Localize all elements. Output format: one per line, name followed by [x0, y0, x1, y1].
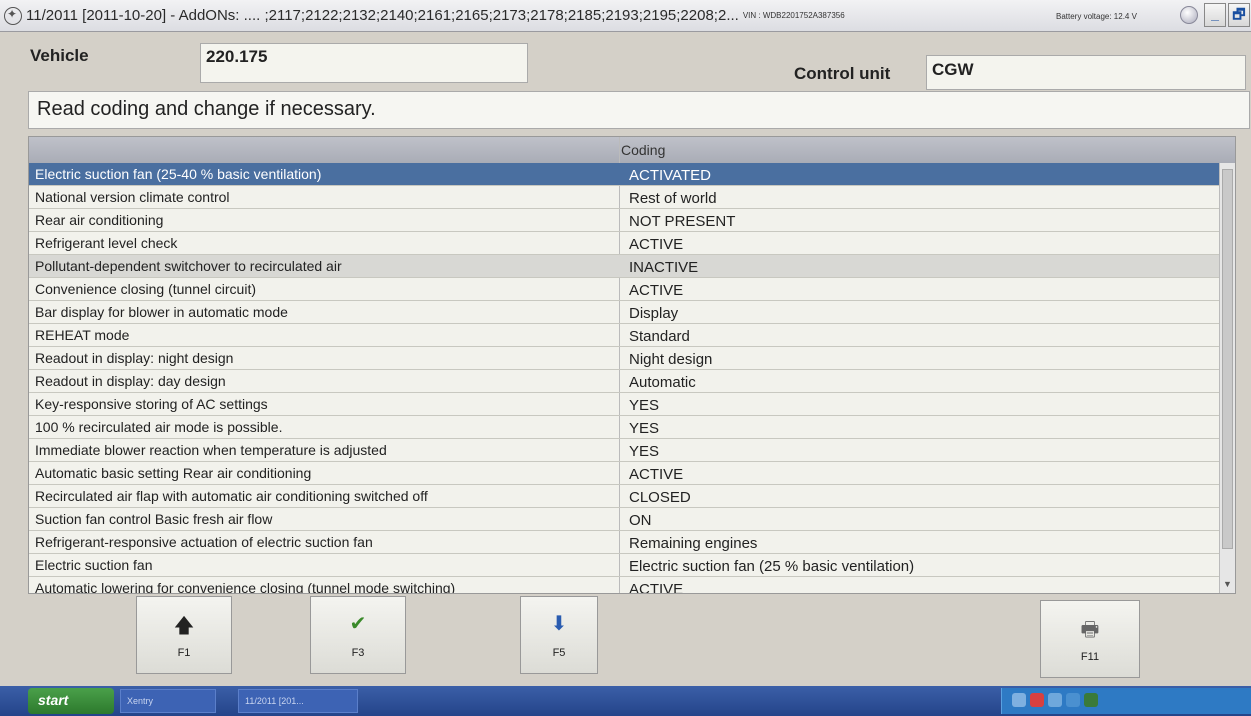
checkmark-icon: ✔ — [349, 613, 367, 635]
row-value: ACTIVE — [629, 466, 684, 483]
row-name: REHEAT mode — [35, 327, 130, 343]
arrow-up-icon: 🡅 — [173, 615, 195, 637]
row-name: 100 % recirculated air mode is possible. — [35, 419, 283, 435]
table-row[interactable]: Key-responsive storing of AC settings YES — [29, 393, 1235, 416]
table-row[interactable]: REHEAT mode Standard — [29, 324, 1235, 347]
f5-button[interactable]: ⬇ F5 — [520, 596, 598, 674]
row-name: Readout in display: night design — [35, 350, 234, 366]
row-name: Automatic basic setting Rear air conditi… — [35, 465, 312, 481]
f3-button[interactable]: ✔ F3 — [310, 596, 406, 674]
system-tray — [1001, 688, 1251, 714]
tray-icon[interactable] — [1084, 693, 1098, 707]
battery-voltage: Battery voltage: 12.4 V — [1056, 12, 1137, 21]
row-value: ON — [629, 512, 652, 529]
printer-icon: 🖶 — [1080, 619, 1100, 641]
table-row[interactable]: Refrigerant level check ACTIVE — [29, 232, 1235, 255]
row-value: ACTIVATED — [629, 167, 711, 184]
tray-icon[interactable] — [1030, 693, 1044, 707]
row-value: YES — [629, 443, 660, 460]
row-value: Rest of world — [629, 190, 717, 207]
table-row[interactable]: Recirculated air flap with automatic air… — [29, 485, 1235, 508]
table-row[interactable]: Automatic lowering for convenience closi… — [29, 577, 1235, 594]
table-row[interactable]: Refrigerant-responsive actuation of elec… — [29, 531, 1235, 554]
table-scrollbar[interactable]: ▼ — [1219, 163, 1235, 593]
instruction-text: Read coding and change if necessary. — [28, 91, 1250, 129]
row-value: NOT PRESENT — [629, 213, 736, 230]
table-row[interactable]: Immediate blower reaction when temperatu… — [29, 439, 1235, 462]
row-name: Electric suction fan — [35, 557, 153, 573]
row-name: Readout in display: day design — [35, 373, 226, 389]
restore-button[interactable]: 🗗 — [1228, 3, 1250, 27]
table-row[interactable]: Automatic basic setting Rear air conditi… — [29, 462, 1235, 485]
table-row[interactable]: Convenience closing (tunnel circuit) ACTI… — [29, 278, 1235, 301]
row-name: Refrigerant level check — [35, 235, 178, 251]
row-value: Electric suction fan (25 % basic ventila… — [629, 558, 915, 575]
table-row[interactable]: Bar display for blower in automatic mode… — [29, 301, 1235, 324]
window-title: 11/2011 [2011-10-20] - AddONs: .... ;211… — [26, 7, 739, 24]
taskbar: start Xentry 11/2011 [201... — [0, 686, 1251, 716]
minimize-button[interactable]: _ — [1204, 3, 1226, 27]
vehicle-label: Vehicle — [30, 46, 89, 65]
vin-text: VIN : WDB2201752A387356 — [742, 11, 845, 20]
f5-label: F5 — [552, 647, 566, 659]
table-row[interactable]: Suction fan control Basic fresh air flow… — [29, 508, 1235, 531]
row-value: Remaining engines — [629, 535, 758, 552]
row-name: Suction fan control Basic fresh air flow — [35, 511, 273, 527]
battery-status-icon — [1180, 6, 1198, 24]
coding-table: Coding Electric suction fan (25-40 % bas… — [28, 136, 1236, 594]
row-value: INACTIVE — [629, 259, 699, 276]
row-value: ACTIVE — [629, 236, 684, 253]
row-name: Pollutant-dependent switchover to recirc… — [35, 258, 342, 274]
tray-icon[interactable] — [1066, 693, 1080, 707]
scroll-down-arrow-icon[interactable]: ▼ — [1222, 579, 1233, 591]
table-row[interactable]: Readout in display: night design Night de… — [29, 347, 1235, 370]
mercedes-star-icon — [4, 6, 22, 25]
tray-icon[interactable] — [1048, 693, 1062, 707]
control-unit-value: CGW — [932, 60, 974, 79]
control-unit-field: CGW — [926, 55, 1246, 90]
row-name: Key-responsive storing of AC settings — [35, 396, 268, 412]
row-value: ACTIVE — [629, 282, 684, 299]
table-row[interactable]: Rear air conditioning NOT PRESENT — [29, 209, 1235, 232]
taskbar-item-das[interactable]: 11/2011 [201... — [238, 689, 358, 713]
table-row[interactable]: National version climate control Rest of … — [29, 186, 1235, 209]
row-value: Standard — [629, 328, 690, 345]
row-value: CLOSED — [629, 489, 691, 506]
save-to-disk-icon: ⬇ — [550, 613, 568, 635]
taskbar-item-xentry[interactable]: Xentry — [120, 689, 216, 713]
table-row[interactable]: 100 % recirculated air mode is possible.… — [29, 416, 1235, 439]
table-row[interactable]: Pollutant-dependent switchover to recirc… — [29, 255, 1235, 278]
start-button[interactable]: start — [28, 688, 114, 714]
f11-button[interactable]: 🖶 F11 — [1040, 600, 1140, 678]
row-value: YES — [629, 397, 660, 414]
tray-icon[interactable] — [1012, 693, 1026, 707]
scrollbar-thumb[interactable] — [1222, 169, 1233, 549]
f1-button[interactable]: 🡅 F1 — [136, 596, 232, 674]
row-value: ACTIVE — [629, 581, 684, 594]
row-name: Convenience closing (tunnel circuit) — [35, 281, 256, 297]
table-row[interactable]: Electric suction fan Electric suction fan… — [29, 554, 1235, 577]
vehicle-value: 220.175 — [206, 47, 268, 66]
table-header: Coding — [29, 137, 1235, 163]
row-name: National version climate control — [35, 189, 230, 205]
table-row[interactable]: Readout in display: day design Automatic — [29, 370, 1235, 393]
row-name: Automatic lowering for convenience closi… — [35, 580, 456, 594]
f1-label: F1 — [177, 647, 191, 659]
row-name: Bar display for blower in automatic mode — [35, 304, 288, 320]
column-header-coding: Coding — [621, 142, 666, 158]
row-value: Display — [629, 305, 679, 322]
control-unit-label: Control unit — [794, 64, 891, 83]
table-row[interactable]: Electric suction fan (25-40 % basic vent… — [29, 163, 1235, 186]
f11-label: F11 — [1080, 651, 1100, 663]
row-value: Night design — [629, 351, 713, 368]
row-name: Immediate blower reaction when temperatu… — [35, 442, 387, 458]
f3-label: F3 — [351, 647, 365, 659]
row-name: Recirculated air flap with automatic air… — [35, 488, 428, 504]
row-name: Rear air conditioning — [35, 212, 164, 228]
row-value: Automatic — [629, 374, 696, 391]
vehicle-field: 220.175 — [200, 43, 528, 83]
row-value: YES — [629, 420, 660, 437]
row-name: Refrigerant-responsive actuation of elec… — [35, 534, 373, 550]
row-name: Electric suction fan (25-40 % basic vent… — [35, 166, 322, 182]
